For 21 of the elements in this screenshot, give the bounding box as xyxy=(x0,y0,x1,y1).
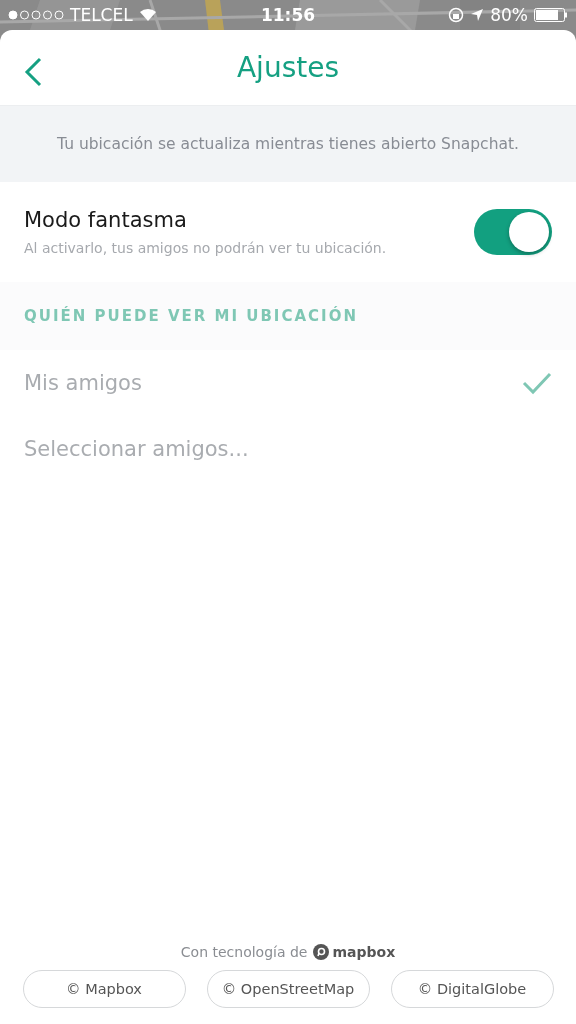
location-arrow-icon xyxy=(470,8,485,22)
battery-icon xyxy=(534,8,568,22)
attribution-button[interactable]: © OpenStreetMap xyxy=(206,970,370,1008)
wifi-icon xyxy=(138,8,157,22)
powered-by-text: Con tecnología de xyxy=(180,944,308,960)
attribution-button[interactable]: © DigitalGlobe xyxy=(390,970,554,1008)
clock-time: 11:56 xyxy=(260,5,316,25)
setting-description: Al activarlo, tus amigos no podrán ver tu ubicación. xyxy=(24,240,388,256)
setting-label: Modo fantasma xyxy=(24,208,188,232)
battery-percent: 80% xyxy=(490,5,528,25)
info-text: Tu ubicación se actualiza mientras tienes abierto Snapchat. xyxy=(57,135,519,153)
section-header: QUIÉN PUEDE VER MI UBICACIÓN xyxy=(24,307,358,325)
logo-text: mapbox xyxy=(332,944,396,960)
carrier-name: TELCEL xyxy=(70,5,133,25)
rotation-lock-icon xyxy=(448,7,465,23)
back-icon[interactable] xyxy=(22,56,44,88)
logo-icon xyxy=(313,944,330,960)
page-title: Ajustes xyxy=(236,51,340,84)
signal-icon xyxy=(8,10,64,20)
toggle-switch[interactable] xyxy=(474,209,552,255)
attribution-button[interactable]: © Mapbox xyxy=(22,970,186,1008)
